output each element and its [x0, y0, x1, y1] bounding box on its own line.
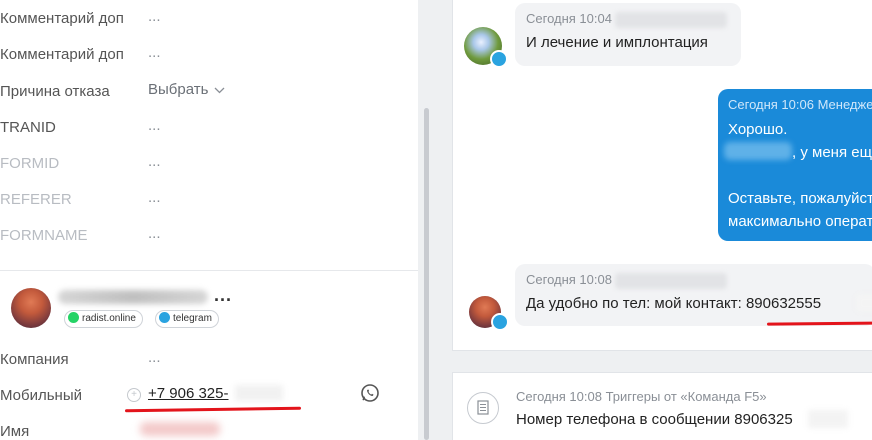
- badge-label: telegram: [173, 313, 212, 324]
- message-outgoing[interactable]: Сегодня 10:06 Менеджер ... Хорошо. , у м…: [718, 89, 872, 241]
- phone-redacted: [857, 295, 872, 311]
- name-redacted: [140, 422, 220, 436]
- telegram-icon: [491, 313, 509, 331]
- field-company[interactable]: Компания ...: [0, 345, 410, 375]
- field-comment-2[interactable]: Комментарий доп ...: [0, 40, 410, 70]
- badge-label: radist.online: [82, 313, 136, 324]
- field-reject-reason[interactable]: Причина отказа Выбрать: [0, 77, 410, 107]
- telegram-icon: [490, 50, 508, 68]
- sender-redacted: [615, 273, 727, 289]
- message-meta: Сегодня 10:04: [526, 11, 612, 26]
- field-referer[interactable]: REFERER ...: [0, 185, 410, 215]
- contact-avatar[interactable]: [11, 288, 51, 328]
- message-text: Да удобно по тел: мой контакт: 890632555: [526, 295, 822, 312]
- event-meta: Сегодня 10:08 Триггеры от «Команда F5»: [516, 389, 767, 404]
- message-meta: Сегодня 10:08: [526, 272, 612, 287]
- message-text: И лечение и имплонтация: [526, 34, 708, 51]
- phone-redacted: [808, 410, 848, 428]
- section-divider: [0, 270, 418, 271]
- field-value[interactable]: ...: [148, 349, 161, 366]
- chat-panel: Сегодня 10:04 И лечение и имплонтация Се…: [430, 0, 872, 440]
- field-value[interactable]: ...: [148, 189, 161, 206]
- chevron-down-icon: [214, 87, 225, 93]
- field-label: REFERER: [0, 191, 72, 208]
- whatsapp-icon: [68, 312, 79, 323]
- telegram-icon: [159, 312, 170, 323]
- field-value[interactable]: ...: [148, 153, 161, 170]
- field-label: Комментарий доп: [0, 46, 124, 63]
- field-label: FORMID: [0, 155, 60, 172]
- field-label: Мобильный: [0, 387, 82, 404]
- field-label: Причина отказа: [0, 83, 110, 100]
- message-line: , у меня еще е: [792, 144, 872, 161]
- field-value[interactable]: ...: [148, 44, 161, 61]
- message-line: максимально оператив: [728, 213, 872, 230]
- field-comment-1[interactable]: Комментарий доп ...: [0, 4, 410, 34]
- field-label: Имя: [0, 423, 30, 440]
- select-value: Выбрать: [148, 81, 209, 98]
- field-label: Компания: [0, 351, 69, 368]
- channel-badge-telegram[interactable]: telegram: [155, 310, 219, 328]
- contact-menu-button[interactable]: ...: [214, 285, 232, 306]
- field-label: FORMNAME: [0, 227, 88, 244]
- field-value[interactable]: ...: [148, 8, 161, 25]
- name-redacted: [724, 142, 792, 160]
- message-line: Хорошо.: [728, 121, 788, 138]
- sender-redacted: [615, 12, 727, 28]
- field-value[interactable]: ...: [148, 117, 161, 134]
- field-label: TRANID: [0, 119, 56, 136]
- whatsapp-icon[interactable]: [360, 383, 380, 403]
- field-label: Комментарий доп: [0, 10, 124, 27]
- channel-badge-radist[interactable]: radist.online: [64, 310, 143, 328]
- field-value[interactable]: ...: [148, 225, 161, 242]
- field-formid[interactable]: FORMID ...: [0, 149, 410, 179]
- message-meta: Сегодня 10:06 Менеджер ...: [728, 97, 872, 112]
- chat-feed: Сегодня 10:04 И лечение и имплонтация Се…: [452, 0, 872, 351]
- system-event: Сегодня 10:08 Триггеры от «Команда F5» Н…: [452, 372, 872, 440]
- document-icon: [467, 392, 499, 424]
- add-phone-icon[interactable]: +: [127, 388, 141, 402]
- document-glyph: [477, 400, 489, 415]
- field-tranid[interactable]: TRANID ...: [0, 113, 410, 143]
- reject-reason-select[interactable]: Выбрать: [148, 81, 225, 98]
- event-text: Номер телефона в сообщении 8906325: [516, 411, 793, 428]
- phone-redacted: [235, 385, 283, 401]
- mobile-phone-link[interactable]: +7 906 325-: [148, 385, 229, 402]
- message-incoming[interactable]: Сегодня 10:04 И лечение и имплонтация: [515, 3, 741, 66]
- contact-card-panel: Комментарий доп ... Комментарий доп ... …: [0, 0, 420, 440]
- left-panel-scrollbar[interactable]: [424, 108, 429, 440]
- field-formname[interactable]: FORMNAME ...: [0, 221, 410, 251]
- message-incoming[interactable]: Сегодня 10:08 Да удобно по тел: мой конт…: [515, 264, 872, 326]
- message-line: Оставьте, пожалуйста, к: [728, 190, 872, 207]
- contact-name-redacted: [58, 290, 208, 304]
